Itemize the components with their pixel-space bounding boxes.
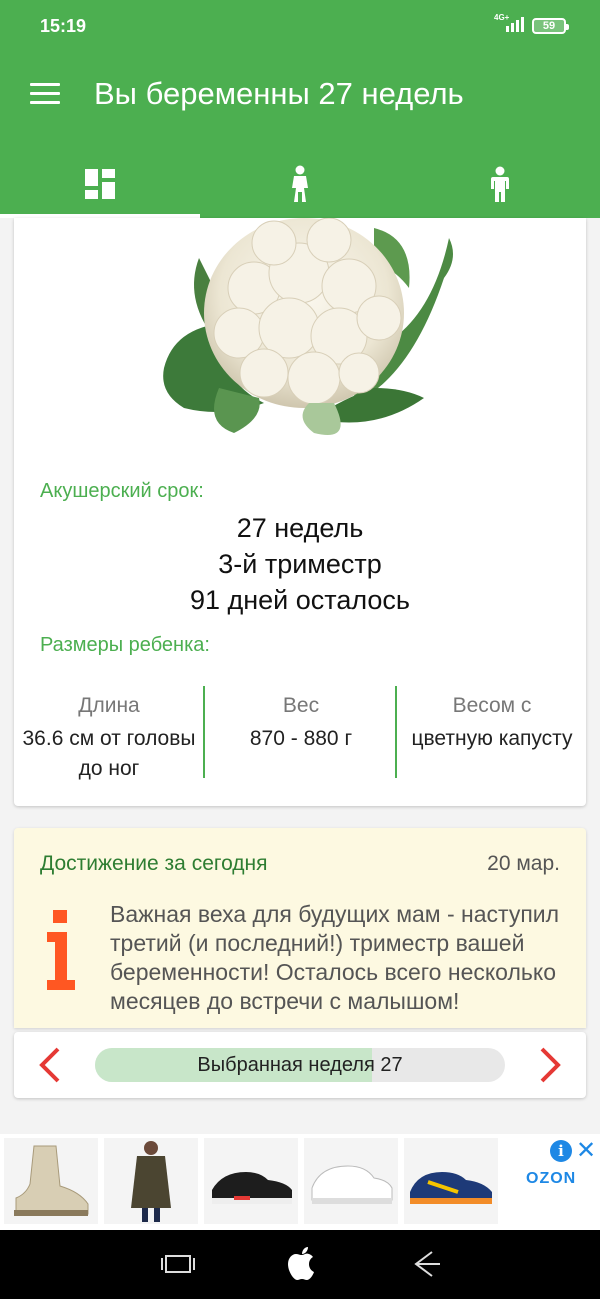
prev-week-button[interactable] [30, 1045, 70, 1085]
tab-dashboard[interactable] [0, 150, 200, 218]
selected-week-label: Выбранная неделя 27 [197, 1054, 403, 1076]
metric-header: Вес [282, 694, 320, 717]
battery-icon: 59 [532, 18, 569, 34]
back-icon[interactable] [406, 1244, 446, 1284]
metric-length: Длина 36.6 см от головы до ног [14, 686, 204, 780]
menu-button[interactable] [28, 78, 64, 110]
coat-image[interactable] [104, 1138, 198, 1224]
term-weeks: 27 недель [236, 513, 364, 543]
navigation-bar [0, 1230, 600, 1299]
divider [395, 686, 397, 778]
status-bar: 15:19 4G+ 59 [0, 0, 600, 50]
achievement-title: Достижение за сегодня [40, 852, 268, 875]
week-selector: Выбранная неделя 27 [14, 1032, 586, 1098]
cauliflower-image [163, 218, 453, 435]
next-week-button[interactable] [530, 1045, 570, 1085]
ad-close-icon[interactable]: ✕ [576, 1136, 596, 1165]
signal-icon [506, 17, 524, 32]
ad-banner[interactable]: i ✕ OZON [0, 1134, 600, 1230]
baby-sizes-label: Размеры ребенка: [40, 634, 210, 656]
metric-value: цветную капусту [411, 727, 573, 750]
ad-info-icon[interactable]: i [550, 1140, 572, 1162]
achievement-text: Важная веха для будущих мам - наступил т… [110, 901, 560, 1014]
running-shoe-image[interactable] [404, 1138, 498, 1224]
metric-compare: Весом с цветную капусту [398, 686, 586, 778]
baby-metrics: Длина 36.6 см от головы до ног Вес 870 -… [14, 686, 586, 780]
child-icon [491, 166, 509, 202]
sneakers-black-image[interactable] [204, 1138, 298, 1224]
metric-header: Весом с [452, 694, 532, 717]
week-info-card: Акушерский срок: 27 недель 3-й триместр … [14, 218, 586, 806]
term-trimester: 3-й триместр [218, 549, 382, 579]
achievement-date: 20 мар. [487, 852, 560, 875]
page-title: Вы беременны 27 недель [94, 76, 464, 111]
metric-weight: Вес 870 - 880 г [206, 686, 396, 778]
boots-image[interactable] [4, 1138, 98, 1224]
status-time: 15:19 [40, 16, 87, 36]
metric-value: 36.6 см от головы до ног [22, 727, 196, 780]
sneakers-white-image[interactable] [304, 1138, 398, 1224]
tab-bar [0, 150, 600, 218]
obstetric-term-label: Акушерский срок: [40, 480, 204, 502]
recent-apps-icon[interactable] [158, 1244, 198, 1284]
app-bar: Вы беременны 27 недель [0, 50, 600, 218]
pregnant-woman-icon [292, 165, 308, 202]
hamburger-icon [30, 83, 60, 86]
tab-baby[interactable] [400, 150, 600, 218]
term-days-left: 91 дней осталось [189, 585, 411, 615]
info-icon [47, 910, 75, 990]
ad-brand-logo: OZON [526, 1170, 577, 1187]
battery-level: 59 [542, 20, 556, 32]
home-icon[interactable] [282, 1242, 322, 1284]
divider [203, 686, 205, 778]
achievement-card[interactable]: Достижение за сегодня 20 мар. Важная вех… [14, 828, 586, 1028]
metric-value: 870 - 880 г [249, 727, 353, 750]
dashboard-icon [85, 169, 115, 199]
term-info: 27 недель 3-й триместр 91 дней осталось [14, 510, 586, 618]
week-progress-bar[interactable]: Выбранная неделя 27 [95, 1048, 505, 1082]
tab-mother[interactable] [200, 150, 400, 218]
metric-header: Длина [78, 694, 140, 717]
